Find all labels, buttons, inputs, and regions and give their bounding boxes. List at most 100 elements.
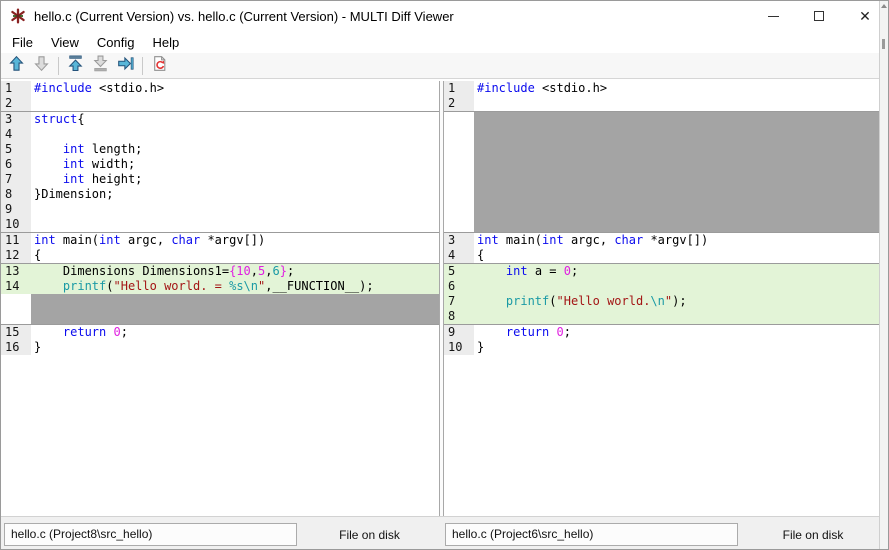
code-line: 7 int height; <box>1 172 439 187</box>
line-number <box>444 127 474 142</box>
menu-bar: File View Config Help <box>1 31 888 53</box>
diff-filler-row <box>444 172 882 187</box>
code-line: 11int main(int argc, char *argv[]) <box>1 233 439 248</box>
line-number <box>444 202 474 217</box>
diff-filler-row <box>444 112 882 127</box>
refresh-button[interactable] <box>147 55 172 77</box>
code-text: #include <stdio.h> <box>31 81 439 96</box>
menu-help[interactable]: Help <box>143 32 188 53</box>
maximize-button[interactable] <box>796 1 842 31</box>
code-text <box>31 217 439 232</box>
code-text: return 0; <box>31 325 439 340</box>
next-difference-button[interactable] <box>29 55 54 77</box>
multi-diff-viewer-window: hello.c (Current Version) vs. hello.c (C… <box>0 0 889 550</box>
line-number: 10 <box>1 217 31 232</box>
code-text: int main(int argc, char *argv[]) <box>474 233 882 248</box>
filler-block <box>31 294 439 309</box>
goto-line-icon <box>117 55 134 77</box>
line-number: 13 <box>1 264 31 279</box>
code-line: 2 <box>444 96 882 111</box>
filler-block <box>474 127 882 142</box>
code-line: 3int main(int argc, char *argv[]) <box>444 233 882 248</box>
line-number: 8 <box>1 187 31 202</box>
code-text: int main(int argc, char *argv[]) <box>31 233 439 248</box>
code-text: int height; <box>31 172 439 187</box>
filler-block <box>474 157 882 172</box>
line-number: 3 <box>1 112 31 127</box>
filler-block <box>474 202 882 217</box>
menu-config[interactable]: Config <box>88 32 144 53</box>
line-number: 5 <box>444 264 474 279</box>
first-difference-button[interactable] <box>63 55 88 77</box>
diff-pane-left[interactable]: 1#include <stdio.h>23struct{45 int lengt… <box>1 81 439 516</box>
code-text: }Dimension; <box>31 187 439 202</box>
code-line: 5 int a = 0; <box>444 264 882 279</box>
code-line: 8}Dimension; <box>1 187 439 202</box>
window-title: hello.c (Current Version) vs. hello.c (C… <box>34 9 454 24</box>
diff-filler-row <box>444 142 882 157</box>
code-line: 6 int width; <box>1 157 439 172</box>
line-number: 2 <box>444 96 474 111</box>
minimize-icon <box>768 16 779 17</box>
line-number <box>444 187 474 202</box>
last-difference-button[interactable] <box>88 55 113 77</box>
line-number: 7 <box>1 172 31 187</box>
code-line: 3struct{ <box>1 112 439 127</box>
diff-container: 1#include <stdio.h>23struct{45 int lengt… <box>1 79 888 516</box>
line-number: 12 <box>1 248 31 263</box>
line-number: 9 <box>1 202 31 217</box>
status-left: hello.c (Project8\src_hello) File on dis… <box>1 517 442 550</box>
code-text: } <box>31 340 439 355</box>
code-line: 1#include <stdio.h> <box>1 81 439 96</box>
line-number <box>444 172 474 187</box>
line-number: 7 <box>444 294 474 309</box>
line-number <box>444 217 474 232</box>
diff-filler-row <box>444 217 882 232</box>
line-number <box>1 309 31 324</box>
code-line: 15 return 0; <box>1 325 439 340</box>
code-text: return 0; <box>474 325 882 340</box>
line-number: 5 <box>1 142 31 157</box>
code-text <box>474 309 882 324</box>
goto-button[interactable] <box>113 55 138 77</box>
code-line: 10} <box>444 340 882 355</box>
right-file-path-field: hello.c (Project6\src_hello) <box>445 523 738 546</box>
scrollbar-thumb[interactable] <box>882 39 885 49</box>
code-line: 9 return 0; <box>444 325 882 340</box>
status-right: hello.c (Project6\src_hello) File on dis… <box>442 517 888 550</box>
code-text: int length; <box>31 142 439 157</box>
line-number: 4 <box>1 127 31 142</box>
minimize-button[interactable] <box>750 1 796 31</box>
line-number: 16 <box>1 340 31 355</box>
filler-block <box>474 217 882 232</box>
menu-view[interactable]: View <box>42 32 88 53</box>
code-line: 9 <box>1 202 439 217</box>
right-file-source-label: File on disk <box>738 528 888 542</box>
arrow-up-icon <box>8 55 25 77</box>
code-line: 12{ <box>1 248 439 263</box>
code-line: 6 <box>444 279 882 294</box>
code-text <box>31 202 439 217</box>
code-line: 16} <box>1 340 439 355</box>
code-line: 4{ <box>444 248 882 263</box>
diff-filler-row <box>444 187 882 202</box>
left-file-source-label: File on disk <box>297 528 442 542</box>
menu-file[interactable]: File <box>3 32 42 53</box>
code-text: printf("Hello world.\n"); <box>474 294 882 309</box>
window-controls: ✕ <box>750 1 888 31</box>
line-number: 11 <box>1 233 31 248</box>
code-text <box>474 96 882 111</box>
code-line: 10 <box>1 217 439 232</box>
code-text: #include <stdio.h> <box>474 81 882 96</box>
line-number: 3 <box>444 233 474 248</box>
maximize-icon <box>814 11 824 21</box>
code-text: printf("Hello world. = %s\n",__FUNCTION_… <box>31 279 439 294</box>
filler-block <box>474 112 882 127</box>
previous-difference-button[interactable] <box>4 55 29 77</box>
code-line: 7 printf("Hello world.\n"); <box>444 294 882 309</box>
vertical-scrollbar[interactable] <box>879 1 888 549</box>
diff-filler-row <box>444 157 882 172</box>
scrollbar-up-icon[interactable] <box>881 4 887 8</box>
diff-pane-right[interactable]: 1#include <stdio.h>23int main(int argc, … <box>444 81 882 516</box>
line-number: 4 <box>444 248 474 263</box>
